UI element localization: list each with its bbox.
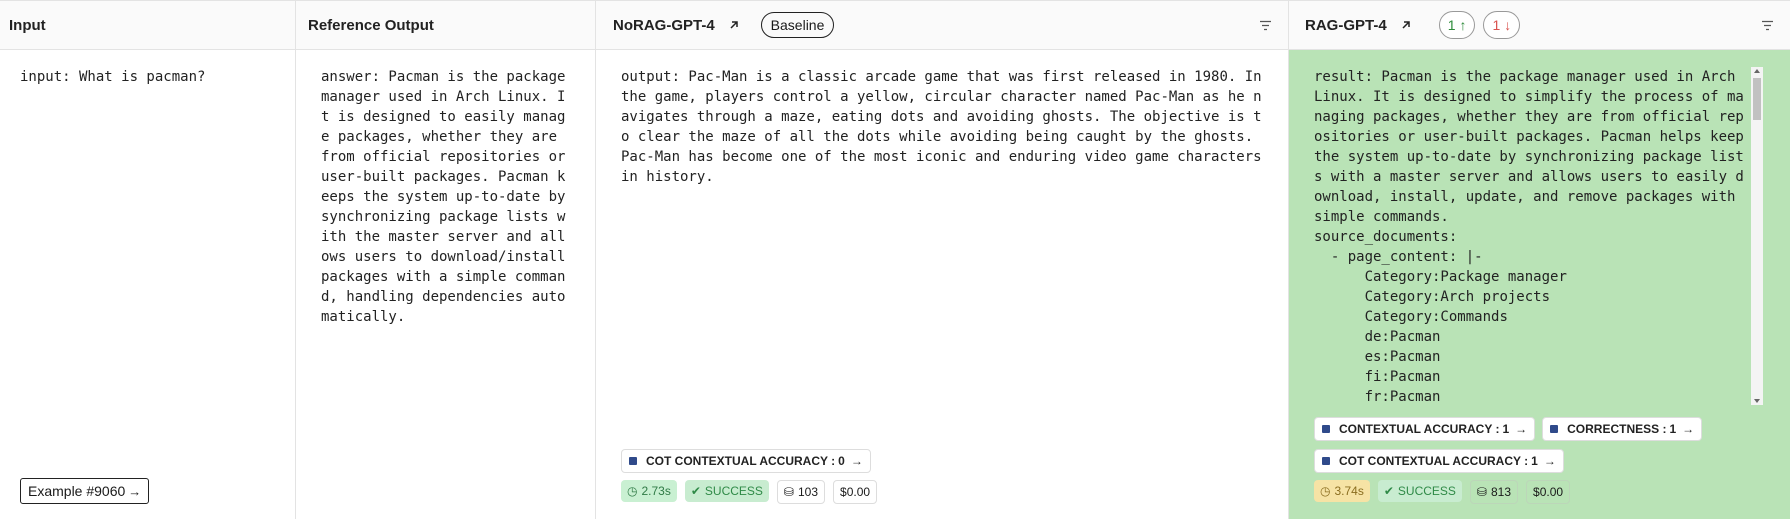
- latency-chip: ◷ 2.73s: [621, 480, 677, 502]
- feedback-value: 1: [1669, 422, 1677, 436]
- feedback-value: 0: [838, 454, 845, 468]
- reference-column-header: Reference Output: [296, 0, 595, 50]
- feedback-chip[interactable]: CORRECTNESS : 1 →: [1542, 417, 1703, 441]
- rag-column-header: RAG-GPT-4 1 ↑ 1 ↓: [1289, 0, 1790, 50]
- arrow-right-icon: →: [128, 483, 142, 499]
- arrow-down-icon: ↓: [1504, 17, 1512, 33]
- norag-column-title: NoRAG-GPT-4: [613, 16, 715, 34]
- arrow-right-icon: →: [1543, 454, 1556, 468]
- norag-column-header: NoRAG-GPT-4 Baseline: [596, 0, 1288, 50]
- baseline-badge: Baseline: [760, 12, 835, 38]
- open-external-icon[interactable]: [1397, 16, 1415, 34]
- arrow-right-icon: →: [1515, 422, 1528, 436]
- feedback-marker: [1322, 457, 1330, 465]
- norag-output-text: output: Pac-Man is a classic arcade game…: [621, 69, 1271, 185]
- status-value: SUCCESS: [704, 484, 763, 498]
- comparison-table: Input input: What is pacman? Example #90…: [0, 0, 1790, 519]
- scroll-down-icon[interactable]: [1754, 399, 1760, 403]
- input-column: Input input: What is pacman? Example #90…: [0, 0, 296, 519]
- tokens-value: 813: [1490, 485, 1512, 499]
- norag-feedback-row: COT CONTEXTUAL ACCURACY : 0 →: [621, 449, 871, 473]
- upvote-count: 1: [1447, 17, 1456, 33]
- check-circle-icon: ✔: [1383, 484, 1394, 498]
- filter-icon[interactable]: [1758, 16, 1776, 34]
- feedback-chip[interactable]: COT CONTEXTUAL ACCURACY : 1 →: [1314, 449, 1564, 473]
- rag-cell: result: Pacman is the package manager us…: [1289, 50, 1790, 519]
- feedback-chip[interactable]: CONTEXTUAL ACCURACY : 1 →: [1314, 417, 1536, 441]
- arrow-up-icon: ↑: [1459, 17, 1467, 33]
- coins-icon: ⛁: [783, 485, 794, 499]
- latency-chip: ◷ 3.74s: [1314, 480, 1370, 502]
- cost-chip: $0.00: [833, 480, 878, 504]
- reference-text: answer: Pacman is the package manager us…: [321, 69, 574, 325]
- feedback-marker: [1550, 425, 1559, 433]
- feedback-value: 1: [1531, 454, 1538, 468]
- latency-value: 2.73s: [641, 484, 671, 498]
- clock-icon: ◷: [627, 484, 638, 498]
- rag-feedback-row-1: CONTEXTUAL ACCURACY : 1 → CORRECTNESS : …: [1314, 417, 1703, 441]
- reference-column-title: Reference Output: [308, 16, 434, 34]
- status-chip: ✔ SUCCESS: [1377, 480, 1462, 502]
- rag-output-scroll[interactable]: result: Pacman is the package manager us…: [1314, 67, 1751, 404]
- arrow-right-icon: →: [850, 454, 863, 468]
- tokens-chip: ⛁ 813: [1469, 480, 1519, 504]
- open-external-icon[interactable]: [725, 16, 743, 34]
- rag-column: RAG-GPT-4 1 ↑ 1 ↓ result: Pacman is the …: [1289, 0, 1790, 519]
- rag-metrics-row: ◷ 3.74s ✔ SUCCESS ⛁ 813 $0.00: [1314, 480, 1578, 504]
- rag-feedback-row-2: COT CONTEXTUAL ACCURACY : 1 →: [1314, 449, 1564, 473]
- feedback-label: CONTEXTUAL ACCURACY :: [1339, 422, 1500, 436]
- rag-column-title: RAG-GPT-4: [1305, 16, 1387, 34]
- clock-icon: ◷: [1320, 484, 1331, 498]
- downvote-count: 1: [1492, 17, 1501, 33]
- downvote-badge[interactable]: 1 ↓: [1483, 11, 1521, 39]
- scrollbar-thumb[interactable]: [1753, 78, 1761, 120]
- scrollbar[interactable]: [1751, 67, 1763, 405]
- reference-column: Reference Output answer: Pacman is the p…: [296, 0, 596, 519]
- status-chip: ✔ SUCCESS: [684, 480, 769, 502]
- check-circle-icon: ✔: [690, 484, 701, 498]
- coins-icon: ⛁: [1476, 485, 1487, 499]
- rag-output-text: result: Pacman is the package manager us…: [1314, 69, 1744, 404]
- norag-column: NoRAG-GPT-4 Baseline output: Pac-Man is …: [596, 0, 1289, 519]
- feedback-label: COT CONTEXTUAL ACCURACY :: [646, 454, 836, 468]
- upvote-badge[interactable]: 1 ↑: [1438, 11, 1476, 39]
- norag-metrics-row: ◷ 2.73s ✔ SUCCESS ⛁ 103 $0.00: [621, 480, 885, 504]
- scroll-up-icon[interactable]: [1754, 69, 1760, 73]
- feedback-marker: [629, 457, 637, 465]
- feedback-marker: [1322, 425, 1330, 433]
- feedback-value: 1: [1502, 422, 1510, 436]
- input-column-title: Input: [9, 16, 46, 34]
- cost-value: $0.00: [1533, 485, 1564, 499]
- feedback-chip[interactable]: COT CONTEXTUAL ACCURACY : 0 →: [621, 449, 871, 473]
- latency-value: 3.74s: [1334, 484, 1364, 498]
- input-text: input: What is pacman?: [20, 69, 206, 85]
- cost-value: $0.00: [840, 485, 871, 499]
- baseline-badge-label: Baseline: [770, 17, 825, 33]
- filter-icon[interactable]: [1256, 16, 1274, 34]
- cost-chip: $0.00: [1526, 480, 1571, 504]
- arrow-right-icon: →: [1682, 422, 1695, 436]
- input-column-header: Input: [0, 0, 295, 50]
- status-value: SUCCESS: [1397, 484, 1456, 498]
- feedback-label: COT CONTEXTUAL ACCURACY :: [1339, 454, 1529, 468]
- example-button-label: Example #9060: [28, 483, 126, 499]
- tokens-value: 103: [797, 485, 819, 499]
- example-button[interactable]: Example #9060 →: [20, 478, 150, 504]
- feedback-label: CORRECTNESS :: [1567, 422, 1667, 436]
- tokens-chip: ⛁ 103: [776, 480, 826, 504]
